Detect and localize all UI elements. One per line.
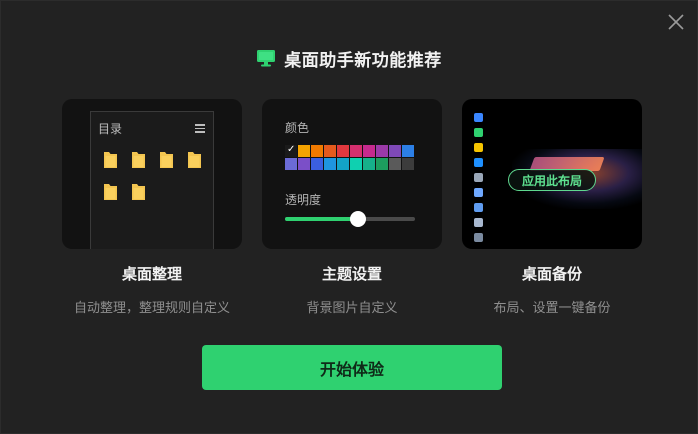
color-swatch[interactable]	[285, 158, 297, 170]
check-icon: ✓	[287, 144, 296, 155]
color-swatch[interactable]	[363, 158, 375, 170]
app-icon	[474, 113, 483, 122]
feature-title-theme-settings: 主题设置	[321, 265, 382, 283]
color-swatch[interactable]	[298, 145, 310, 157]
app-icon	[474, 143, 483, 152]
color-swatch-grid: ✓	[285, 144, 414, 170]
app-icon	[474, 173, 483, 182]
opacity-slider[interactable]	[285, 211, 415, 227]
start-experience-button[interactable]: 开始体验	[202, 345, 502, 390]
feature-desc-desktop-organize: 自动整理，整理规则自定义	[73, 301, 230, 316]
color-swatch[interactable]	[389, 158, 401, 170]
color-swatch[interactable]	[311, 145, 323, 157]
feature-title-desktop-backup: 桌面备份	[521, 265, 582, 283]
hamburger-menu-icon	[195, 124, 205, 133]
close-button[interactable]	[665, 11, 687, 33]
monitor-icon	[257, 50, 276, 67]
dialog-header: 桌面助手新功能推荐	[1, 45, 697, 71]
color-swatch[interactable]: ✓	[285, 144, 297, 157]
app-icon	[474, 218, 483, 227]
folder-icon	[103, 182, 118, 201]
dialog-title: 桌面助手新功能推荐	[284, 50, 442, 71]
app-icon	[474, 128, 483, 137]
color-swatch[interactable]	[324, 145, 336, 157]
desktop-organize-preview: 目录	[62, 99, 242, 249]
close-icon	[668, 14, 684, 30]
folder-icon	[159, 150, 174, 169]
color-swatch[interactable]	[337, 158, 349, 170]
color-swatch[interactable]	[402, 145, 414, 157]
folder-icon	[131, 150, 146, 169]
apply-layout-button[interactable]: 应用此布局	[508, 169, 596, 191]
desktop-backup-preview: 应用此布局	[462, 99, 642, 249]
color-swatch[interactable]	[337, 145, 349, 157]
desktop-icon-column	[474, 113, 486, 248]
folder-icon	[187, 150, 202, 169]
directory-panel-title: 目录	[98, 122, 123, 136]
color-swatch[interactable]	[363, 145, 375, 157]
color-swatch[interactable]	[376, 158, 388, 170]
color-label: 颜色	[285, 121, 310, 135]
folder-icon	[131, 182, 146, 201]
feature-title-desktop-organize: 桌面整理	[121, 265, 182, 283]
opacity-label: 透明度	[285, 193, 322, 207]
directory-panel: 目录	[90, 111, 214, 249]
app-icon	[474, 188, 483, 197]
color-swatch[interactable]	[402, 158, 414, 170]
feature-desc-theme-settings: 背景图片自定义	[306, 301, 398, 316]
app-icon	[474, 158, 483, 167]
feature-recommendation-dialog: 桌面助手新功能推荐 目录 颜色 ✓ 透明度 应用此布局 桌面整理 主题设置 桌面…	[0, 0, 698, 434]
theme-settings-preview: 颜色 ✓ 透明度	[262, 99, 442, 249]
color-swatch[interactable]	[350, 158, 362, 170]
opacity-slider-fill	[285, 217, 358, 221]
color-swatch[interactable]	[324, 158, 336, 170]
app-icon	[474, 233, 483, 242]
color-swatch[interactable]	[311, 158, 323, 170]
color-swatch[interactable]	[389, 145, 401, 157]
folder-icon	[103, 150, 118, 169]
feature-desc-desktop-backup: 布局、设置一键备份	[493, 301, 611, 316]
color-swatch[interactable]	[298, 158, 310, 170]
app-icon	[474, 203, 483, 212]
color-swatch[interactable]	[350, 145, 362, 157]
color-swatch[interactable]	[376, 145, 388, 157]
opacity-slider-thumb[interactable]	[349, 211, 366, 227]
